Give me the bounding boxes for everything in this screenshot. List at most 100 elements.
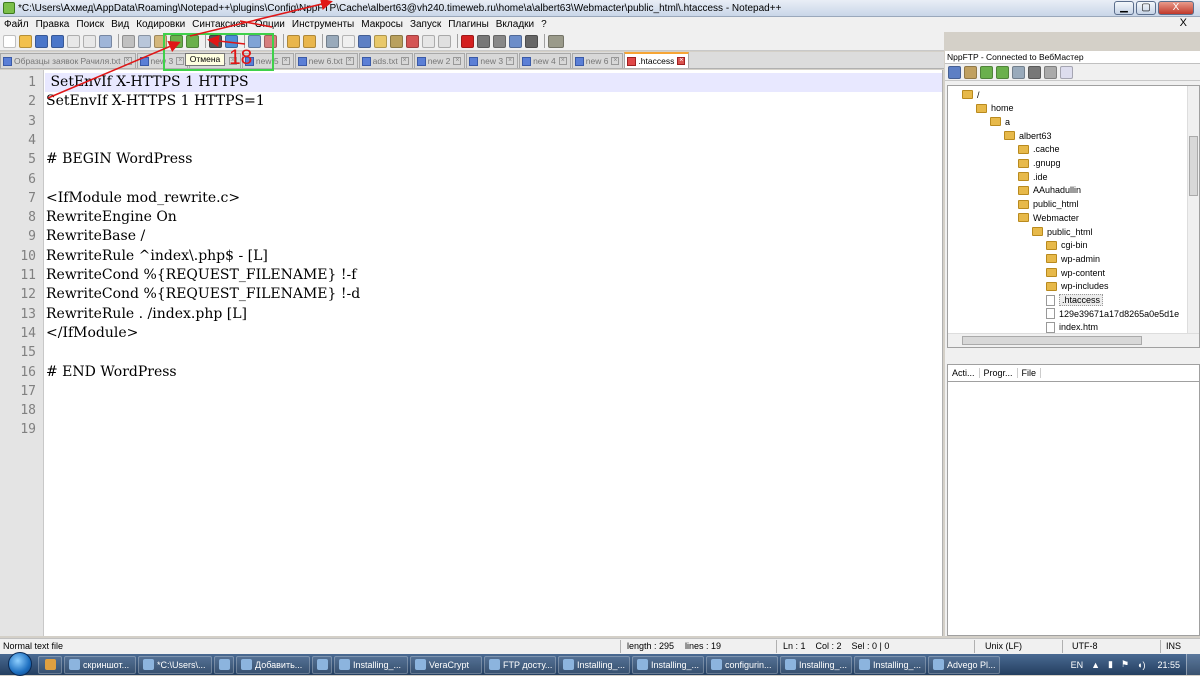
sync-vertical-icon[interactable] — [287, 34, 300, 48]
volume-icon[interactable]: ◖) — [1137, 660, 1145, 670]
editor[interactable]: 1 2 3 4 5 6 7 8 9 10 11 12 13 14 15 16 17 18 19 SetEnvIf X… — [0, 70, 943, 636]
close-icon[interactable] — [67, 34, 80, 48]
tab-close-icon[interactable]: × — [123, 57, 132, 65]
tab-5[interactable]: ads.txt × — [358, 53, 413, 68]
tree-item[interactable]: .ide — [1018, 170, 1048, 183]
menu-macro[interactable]: Макросы — [361, 19, 403, 30]
folder-as-workspace-icon[interactable] — [422, 34, 435, 48]
tab-7[interactable]: new 3 × — [466, 53, 519, 68]
show-all-characters-icon[interactable] — [342, 34, 355, 48]
copy-icon[interactable] — [138, 34, 151, 48]
taskbar-item[interactable] — [214, 655, 234, 674]
code-line[interactable]: SetEnvIf X-HTTPS 1 HTTPS — [46, 73, 248, 92]
code-line[interactable]: RewriteCond %{REQUEST_FILENAME} !-f — [46, 266, 356, 285]
maximize-button[interactable]: ▢ — [1136, 1, 1156, 15]
tree-item[interactable]: home — [976, 102, 1014, 115]
sync-horizontal-icon[interactable] — [303, 34, 316, 48]
code-line[interactable]: RewriteRule ^index\.php$ - [L] — [46, 247, 268, 266]
tab-close-icon[interactable]: × — [345, 57, 354, 65]
tab-close-icon[interactable]: × — [453, 57, 462, 65]
start-button[interactable] — [8, 651, 32, 676]
menu-settings[interactable]: Опции — [255, 19, 285, 30]
code-line[interactable]: RewriteRule . /index.php [L] — [46, 305, 247, 324]
tab-close-icon[interactable]: × — [677, 57, 686, 65]
tree-item[interactable]: public_html — [1018, 198, 1079, 211]
tray-arrow-icon[interactable]: ▲ — [1091, 660, 1100, 670]
queue-col-progress[interactable]: Progr... — [980, 368, 1018, 378]
tree-item[interactable]: wp-admin — [1046, 252, 1100, 265]
taskbar-item[interactable]: Installing_... — [558, 655, 630, 674]
scroll-thumb[interactable] — [962, 336, 1142, 345]
menu-encoding[interactable]: Кодировки — [136, 19, 185, 30]
tree-item[interactable]: a — [990, 115, 1010, 128]
new-file-icon[interactable] — [3, 34, 16, 48]
monitoring-icon[interactable] — [438, 34, 451, 48]
clock[interactable]: 21:55 — [1157, 660, 1180, 670]
taskbar-item[interactable]: Добавить... — [236, 655, 310, 674]
tab-8[interactable]: new 4 × — [519, 53, 571, 68]
tree-vertical-scrollbar[interactable] — [1187, 86, 1199, 334]
tab-6[interactable]: new 2 × — [413, 53, 466, 68]
tree-item[interactable]: wp-includes — [1046, 280, 1109, 293]
taskbar-item[interactable]: FTP досту... — [484, 655, 556, 674]
cut-icon[interactable] — [122, 34, 135, 48]
tab-4[interactable]: new 6.txt × — [294, 53, 358, 68]
code-line[interactable]: RewriteBase / — [46, 227, 145, 246]
show-windows-icon[interactable] — [38, 655, 62, 674]
menu-language[interactable]: Синтаксисы — [192, 19, 248, 30]
tree-item[interactable]: wp-content — [1046, 266, 1105, 279]
refresh-icon[interactable] — [1012, 65, 1025, 79]
upload-icon[interactable] — [996, 65, 1009, 79]
remote-file-tree[interactable]: / home a albert63 .cache .gnupg .ide AAuhadulli… — [947, 85, 1200, 348]
code-line[interactable]: RewriteCond %{REQUEST_FILENAME} !-d — [46, 285, 360, 304]
menu-run[interactable]: Запуск — [410, 19, 441, 30]
tree-item[interactable]: index.htm — [1046, 321, 1098, 334]
code-line[interactable]: RewriteEngine On — [46, 208, 177, 227]
tree-item[interactable]: cgi-bin — [1046, 239, 1088, 252]
tab-close-icon[interactable]: × — [400, 57, 409, 65]
tab-10[interactable]: .htaccess × — [624, 52, 690, 68]
tree-horizontal-scrollbar[interactable] — [948, 333, 1199, 347]
tree-item[interactable]: public_html — [1032, 225, 1093, 238]
print-icon[interactable] — [99, 34, 112, 48]
menu-edit[interactable]: Правка — [36, 19, 70, 30]
tab-close-icon[interactable]: × — [611, 57, 620, 65]
code-line[interactable]: </IfModule> — [46, 324, 138, 343]
udl-icon[interactable] — [374, 34, 387, 48]
show-desktop-button[interactable] — [1186, 654, 1200, 675]
menu-file[interactable]: Файл — [4, 19, 29, 30]
menu-window[interactable]: Вкладки — [496, 19, 534, 30]
connect-icon[interactable] — [948, 65, 961, 79]
menu-help[interactable]: ? — [541, 19, 547, 30]
tree-item[interactable]: AAuhadullin — [1018, 184, 1081, 197]
code-line[interactable]: # END WordPress — [46, 363, 177, 382]
message-window-icon[interactable] — [1060, 65, 1073, 79]
run-macro-multiple-icon[interactable] — [509, 34, 522, 48]
tree-item[interactable]: albert63 — [1004, 129, 1052, 142]
save-icon[interactable] — [35, 34, 48, 48]
word-wrap-icon[interactable] — [326, 34, 339, 48]
menu-search[interactable]: Поиск — [76, 19, 104, 30]
tree-item[interactable]: Webmacter — [1018, 211, 1079, 224]
code-line[interactable]: SetEnvIf X-HTTPS 1 HTTPS=1 — [46, 92, 265, 111]
record-macro-icon[interactable] — [461, 34, 474, 48]
tree-item[interactable]: .gnupg — [1018, 157, 1061, 170]
function-list-icon[interactable] — [406, 34, 419, 48]
save-all-icon[interactable] — [51, 34, 64, 48]
abort-icon[interactable] — [1028, 65, 1041, 79]
tree-item[interactable]: / — [962, 88, 980, 101]
tree-item[interactable]: .htaccess — [1046, 294, 1104, 307]
tab-close-icon[interactable]: × — [281, 57, 290, 65]
tab-9[interactable]: new 6 × — [571, 53, 624, 68]
taskbar-item[interactable]: Installing_... — [854, 655, 926, 674]
close-document-button[interactable]: X — [1180, 17, 1187, 29]
menu-view[interactable]: Вид — [111, 19, 129, 30]
taskbar-item[interactable]: VeraCrypt — [410, 655, 482, 674]
indent-guide-icon[interactable] — [358, 34, 371, 48]
menu-tools[interactable]: Инструменты — [292, 19, 354, 30]
tab-0[interactable]: Образцы заявок Рачиля.txt × — [0, 53, 136, 68]
taskbar-item[interactable] — [312, 655, 332, 674]
play-macro-icon[interactable] — [493, 34, 506, 48]
download-icon[interactable] — [980, 65, 993, 79]
settings-icon[interactable] — [964, 65, 977, 79]
